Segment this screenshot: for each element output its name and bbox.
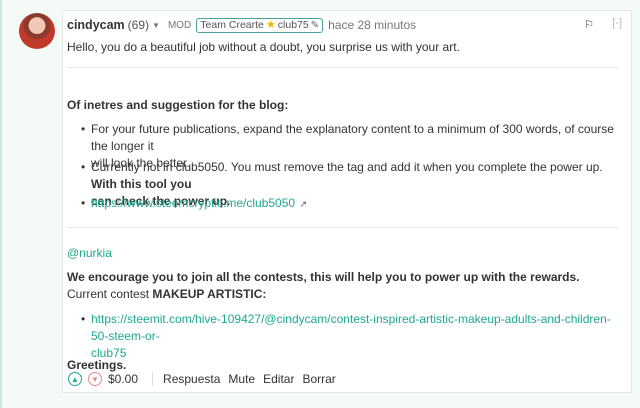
- bullet-icon: •: [81, 196, 86, 210]
- delete-button[interactable]: Borrar: [302, 372, 335, 386]
- timestamp[interactable]: hace 28 minutos: [328, 18, 416, 32]
- chevron-down-icon[interactable]: ▼: [88, 372, 102, 386]
- avatar[interactable]: [19, 13, 55, 49]
- bullet-icon: •: [81, 312, 86, 326]
- suggestion-bold-text: With this tool you: [91, 177, 192, 191]
- list-item: https://www.steemcryptic.me/club5050 ↗: [91, 195, 621, 213]
- tool-link[interactable]: https://www.steemcryptic.me/club5050: [91, 196, 295, 210]
- suggestion-line: For your future publications, expand the…: [91, 122, 614, 153]
- comment-header: cindycam (69) ▼ MOD Team Crearte ★ club7…: [67, 15, 623, 35]
- bullet-icon: •: [81, 122, 86, 136]
- chevron-up-icon[interactable]: ▲: [68, 372, 82, 386]
- author-menu-caret-icon[interactable]: ▼: [152, 21, 160, 30]
- external-link-icon: ↗: [299, 199, 307, 209]
- collapse-icon[interactable]: [-]: [612, 17, 622, 29]
- encourage-text: We encourage you to join all the contest…: [67, 270, 580, 284]
- current-contest-prefix: Current contest: [67, 287, 150, 301]
- current-contest: Current contest MAKEUP ARTISTIC:: [67, 286, 266, 303]
- divider: [152, 372, 154, 386]
- comment-thread: cindycam (69) ▼ MOD Team Crearte ★ club7…: [0, 0, 640, 408]
- divider: [67, 227, 619, 228]
- author-name[interactable]: cindycam: [67, 18, 125, 32]
- mute-button[interactable]: Mute: [228, 372, 255, 386]
- bullet-icon: •: [81, 160, 86, 174]
- flag-icon[interactable]: ⚐: [584, 18, 594, 31]
- community-label: Team Crearte: [200, 18, 264, 31]
- community-badge[interactable]: Team Crearte ★ club75 ✎: [196, 17, 324, 33]
- comment-card: cindycam (69) ▼ MOD Team Crearte ★ club7…: [62, 10, 632, 393]
- section-title: Of inetres and suggestion for the blog:: [67, 98, 289, 112]
- payout-value[interactable]: $0.00: [108, 372, 138, 386]
- contest-link-line[interactable]: https://steemit.com/hive-109427/@cindyca…: [91, 311, 621, 345]
- edit-button[interactable]: Editar: [263, 372, 294, 386]
- reply-button[interactable]: Respuesta: [163, 372, 220, 386]
- pencil-icon[interactable]: ✎: [311, 19, 319, 32]
- current-contest-name: MAKEUP ARTISTIC:: [152, 287, 267, 301]
- mention-link[interactable]: @nurkia: [67, 245, 112, 262]
- community-tag: club75: [277, 18, 309, 31]
- divider: [67, 67, 619, 68]
- comment-footer: ▲ ▼ $0.00 Respuesta Mute Editar Borrar: [68, 369, 344, 389]
- author-reputation: (69): [127, 18, 150, 32]
- star-icon: ★: [265, 18, 276, 31]
- greeting-text: Hello, you do a beautiful job without a …: [67, 40, 460, 54]
- role-badge: MOD: [167, 19, 192, 31]
- contest-link[interactable]: https://steemit.com/hive-109427/@cindyca…: [91, 311, 621, 362]
- suggestion-text: Currently not in club5050. You must remo…: [91, 160, 603, 174]
- contest-link-line[interactable]: club75: [91, 345, 621, 362]
